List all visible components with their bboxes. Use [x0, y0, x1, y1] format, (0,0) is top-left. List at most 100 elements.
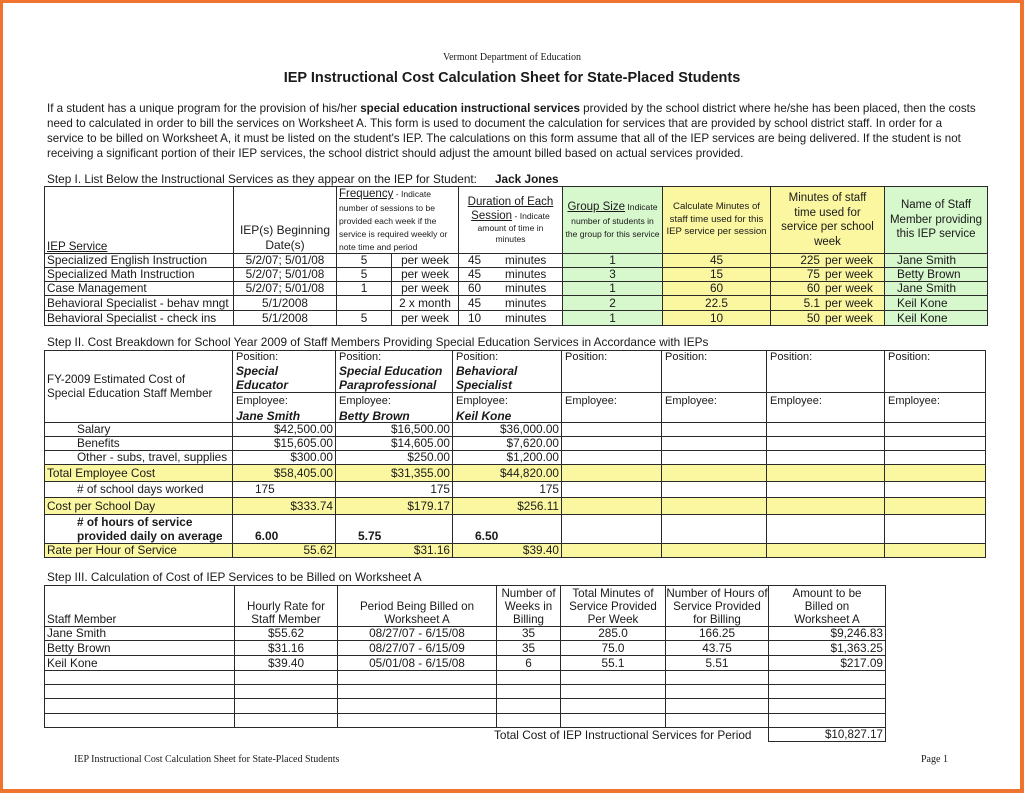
row-label-hours: # of hours of service provided daily on a…	[44, 514, 233, 544]
cost-other	[661, 450, 767, 465]
frequency-count: 5	[336, 253, 392, 268]
cost-other	[884, 450, 986, 465]
header-calc-minutes: Calculate Minutes of staff time used for…	[662, 186, 771, 254]
row-label-rate: Rate per Hour of Service	[44, 543, 233, 558]
cost-rate: $31.16	[335, 543, 453, 558]
employee-name: Jane Smith	[236, 409, 301, 423]
billing-staff	[44, 670, 235, 685]
service-begin-date: 5/2/07; 5/01/08	[233, 281, 337, 296]
cost-total: $44,820.00	[452, 464, 562, 482]
header-period: Period Being Billed on Worksheet A	[337, 585, 497, 627]
employee-cell: Employee: Betty Brown	[335, 392, 453, 423]
step1-label: Step I. List Below the Instructional Ser…	[47, 172, 477, 186]
header-begin-date-line2: Date(s)	[265, 238, 305, 252]
billing-hours: 166.25	[665, 626, 769, 641]
cost-salary	[884, 422, 986, 437]
cost-rate	[561, 543, 662, 558]
position-label: Position:	[770, 351, 813, 363]
employee-label: Employee:	[888, 395, 940, 407]
cost-benefits: $7,620.00	[452, 436, 562, 451]
billing-minutes: 285.0	[560, 626, 666, 641]
header-duration-desc-a: - Indicate	[512, 211, 550, 221]
minutes-per-week-value: 50	[806, 311, 820, 325]
billing-rate	[234, 684, 338, 699]
position-cell: Position:	[661, 350, 767, 393]
service-begin-date: 5/2/07; 5/01/08	[233, 267, 337, 282]
billing-hours	[665, 684, 769, 699]
cost-other: $300.00	[232, 450, 336, 465]
minutes-per-week-unit: per week	[825, 311, 873, 325]
corner-label: FY-2009 Estimated Cost of Special Educat…	[44, 350, 233, 423]
header-frequency-title: Frequency	[339, 188, 394, 200]
duration-unit: minutes	[505, 311, 547, 325]
cost-total: $58,405.00	[232, 464, 336, 482]
cost-rate: 55.62	[232, 543, 336, 558]
billing-weeks: 6	[496, 655, 561, 671]
header-duration-title-2: Session	[471, 210, 513, 222]
billing-amount	[768, 698, 886, 714]
row-label-benefits: Benefits	[44, 436, 233, 451]
group-size: 1	[562, 310, 663, 326]
position-cell: Position:	[561, 350, 662, 393]
cost-cost-day	[661, 497, 767, 515]
billing-period: 05/01/08 - 6/15/08	[337, 655, 497, 671]
billing-hours	[665, 698, 769, 714]
staff-member-name: Jane Smith	[884, 253, 988, 268]
billing-period	[337, 684, 497, 699]
minutes-per-week: 75 per week	[770, 267, 885, 282]
cost-rate	[661, 543, 767, 558]
minutes-per-week-unit: per week	[825, 296, 873, 310]
cost-benefits	[661, 436, 767, 451]
duration-unit: minutes	[505, 296, 547, 310]
staff-member-name: Betty Brown	[884, 267, 988, 282]
billing-rate: $31.16	[234, 640, 338, 656]
billing-period: 08/27/07 - 6/15/09	[337, 640, 497, 656]
minutes-per-session: 10	[662, 310, 771, 326]
billing-weeks	[496, 684, 561, 699]
service-name: Specialized English Instruction	[44, 253, 234, 268]
employee-name: Betty Brown	[339, 409, 410, 423]
employee-label: Employee:	[770, 395, 822, 407]
billing-period: 08/27/07 - 6/15/08	[337, 626, 497, 641]
billing-staff: Keil Kone	[44, 655, 235, 671]
position-label: Position:	[565, 351, 608, 363]
duration-minutes: 45	[468, 253, 482, 267]
cost-cost-day: $256.11	[452, 497, 562, 515]
duration-unit: minutes	[505, 253, 547, 267]
header-duration: Duration of Each Session - Indicate amou…	[458, 186, 563, 254]
header-group-title: Group Size	[567, 201, 626, 213]
position-cell: Position: Behavioral Specialist	[452, 350, 562, 393]
header-iep-service-label: IEP Service	[47, 240, 108, 253]
minutes-per-week-value: 5.1	[803, 296, 820, 310]
row-label-cost-day: Cost per School Day	[44, 497, 233, 515]
staff-member-name: Jane Smith	[884, 281, 988, 296]
minutes-per-week: 50 per week	[770, 310, 885, 326]
frequency-count	[336, 295, 392, 311]
cost-days	[661, 481, 767, 498]
row-label-hours-line1: # of hours of service	[77, 515, 193, 529]
frequency-count: 1	[336, 281, 392, 296]
billing-weeks: 35	[496, 640, 561, 656]
cost-other	[561, 450, 662, 465]
cost-hours: 6.00	[232, 514, 336, 544]
minutes-per-session: 22.5	[662, 295, 771, 311]
cost-days	[561, 481, 662, 498]
billing-period	[337, 670, 497, 685]
billing-amount	[768, 713, 886, 728]
header-amount: Amount to be Billed on Worksheet A	[768, 585, 886, 627]
cost-hours: 6.50	[452, 514, 562, 544]
billing-weeks: 35	[496, 626, 561, 641]
cost-total: $31,355.00	[335, 464, 453, 482]
cost-salary	[766, 422, 885, 437]
position-title: Behavioral Specialist	[456, 364, 518, 392]
step2-label: Step II. Cost Breakdown for School Year …	[47, 335, 709, 349]
header-iep-service: IEP Service	[44, 186, 234, 254]
department-name: Vermont Department of Education	[442, 52, 581, 63]
billing-minutes	[560, 670, 666, 685]
billing-staff	[44, 684, 235, 699]
billing-rate	[234, 713, 338, 728]
cost-hours	[884, 514, 986, 544]
billing-amount: $217.09	[768, 655, 886, 671]
employee-cell: Employee:	[661, 392, 767, 423]
service-name: Specialized Math Instruction	[44, 267, 234, 282]
